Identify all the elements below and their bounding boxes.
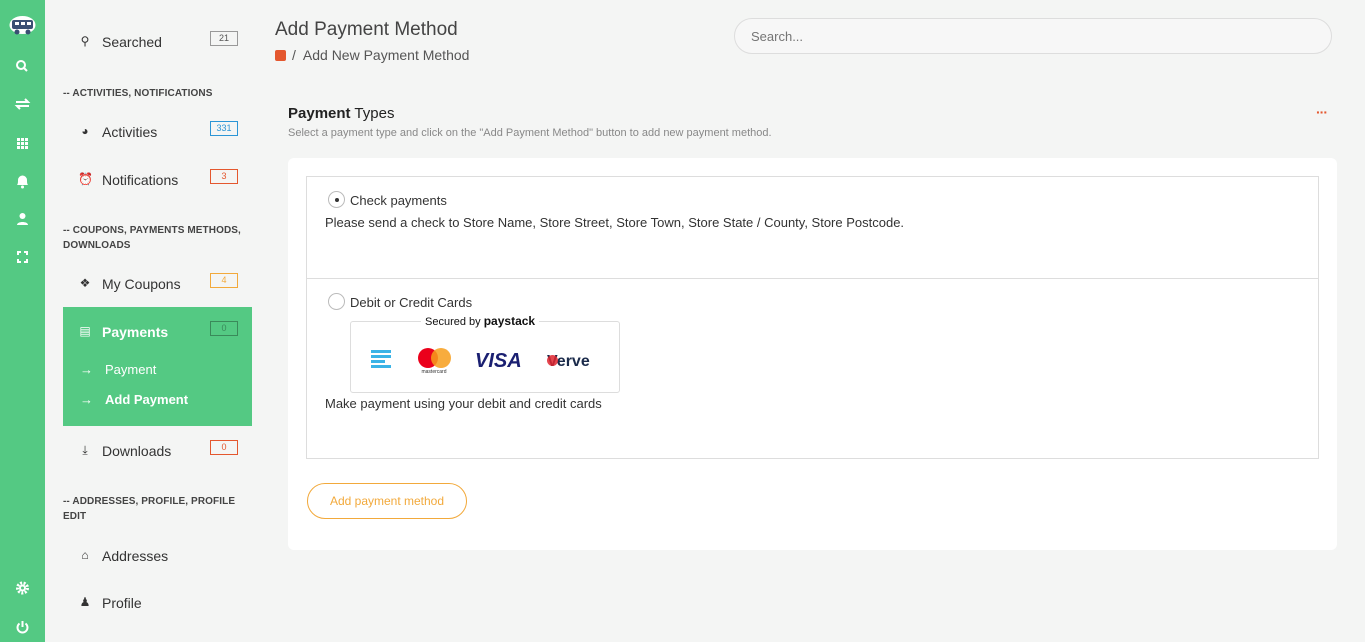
- option-label: Debit or Credit Cards: [350, 295, 473, 310]
- chart-icon[interactable]: [275, 50, 286, 61]
- option-label: Check payments: [350, 193, 447, 208]
- search-icon: ⚲: [80, 34, 90, 48]
- home-icon: ⌂: [81, 548, 89, 562]
- expand-icon[interactable]: [0, 249, 45, 265]
- count-badge: 0: [210, 321, 238, 336]
- breadcrumb-current: Add New Payment Method: [302, 47, 470, 63]
- sidebar-item-label: Downloads: [102, 443, 172, 459]
- tag-icon: ❖: [79, 276, 91, 290]
- add-payment-method-button[interactable]: Add payment method: [307, 483, 467, 519]
- section-heading: -- ACTIVITIES, NOTIFICATIONS: [63, 88, 213, 99]
- alarm-icon: ⏰: [78, 172, 93, 186]
- sidebar-item-addresses[interactable]: ⌂ Addresses: [63, 541, 252, 571]
- section-subtitle: Select a payment type and click on the "…: [288, 127, 772, 139]
- paystack-header: Secured by paystack: [421, 314, 540, 328]
- radio-debit-credit[interactable]: [328, 293, 345, 310]
- section-heading: -- COUPONS, PAYMENTS METHODS, DOWNLOADS: [63, 225, 241, 251]
- sidebar-item-activities[interactable]: ◕ Activities 331: [63, 117, 252, 147]
- power-icon[interactable]: [0, 619, 45, 635]
- mastercard-icon: mastercard: [418, 348, 451, 375]
- breadcrumb-separator: /: [292, 47, 296, 63]
- sidebar-item-label: Addresses: [102, 548, 169, 564]
- arrow-right-icon: →: [80, 362, 93, 377]
- sidebar-subitem-payment[interactable]: → Payment: [80, 362, 156, 377]
- exchange-icon[interactable]: [0, 96, 45, 112]
- count-badge: 331: [210, 121, 238, 136]
- sidebar-item-searched[interactable]: ⚲ Searched 21: [63, 27, 252, 57]
- sidebar-item-label: Searched: [102, 34, 162, 50]
- sidebar-item-label: Notifications: [102, 172, 179, 188]
- sidebar: ⚲ Searched 21 -- ACTIVITIES, NOTIFICATIO…: [63, 0, 252, 642]
- icon-rail: [0, 0, 45, 642]
- bell-icon[interactable]: [0, 173, 45, 189]
- download-icon: ⤓: [82, 443, 88, 457]
- breadcrumb: / Add New Payment Method: [275, 47, 469, 63]
- search-icon[interactable]: [0, 58, 45, 74]
- more-options-icon[interactable]: ···: [1316, 104, 1328, 120]
- gear-icon[interactable]: [0, 580, 45, 596]
- card-icon: ▤: [79, 324, 91, 338]
- option-description: Make payment using your debit and credit…: [325, 396, 602, 411]
- activity-icon: ◕: [81, 124, 89, 138]
- svg-text:mastercard: mastercard: [421, 369, 446, 375]
- verve-mark-icon: [547, 355, 558, 366]
- arrow-right-icon: →: [80, 392, 93, 407]
- sidebar-item-label: Profile: [102, 595, 142, 611]
- radio-check-payments[interactable]: [328, 191, 345, 208]
- count-badge: 3: [210, 169, 238, 184]
- sidebar-item-label: Payments: [102, 324, 169, 340]
- user-icon: ♟: [79, 595, 91, 609]
- search-input[interactable]: [734, 18, 1332, 54]
- sidebar-item-coupons[interactable]: ❖ My Coupons 4: [63, 269, 252, 299]
- sidebar-item-notifications[interactable]: ⏰ Notifications 3: [63, 165, 252, 195]
- visa-logo: VISA: [475, 350, 522, 372]
- sidebar-group-payments: ▤ Payments 0 → Payment → Add Payment: [63, 307, 252, 426]
- page-title: Add Payment Method: [275, 19, 458, 40]
- paystack-logo-icon: [371, 350, 391, 368]
- payment-types-card: Check payments Please send a check to St…: [288, 158, 1337, 550]
- sidebar-item-profile[interactable]: ♟ Profile: [63, 588, 252, 618]
- logo-icon[interactable]: [8, 12, 37, 36]
- count-badge: 21: [210, 31, 238, 46]
- section-heading: -- ADDRESSES, PROFILE, PROFILE EDIT: [63, 496, 236, 522]
- payment-option-check[interactable]: Check payments Please send a check to St…: [306, 176, 1319, 279]
- sidebar-item-label: Activities: [102, 124, 158, 140]
- sidebar-subitem-add-payment[interactable]: → Add Payment: [80, 392, 188, 407]
- paystack-badge: Secured by paystack mastercard VISA Verv…: [350, 314, 620, 393]
- section-title: Payment Types: [288, 105, 395, 122]
- option-description: Please send a check to Store Name, Store…: [325, 215, 905, 230]
- sidebar-item-label: My Coupons: [102, 276, 181, 292]
- sidebar-item-downloads[interactable]: ⤓ Downloads 0: [63, 436, 252, 466]
- grid-icon[interactable]: [0, 135, 45, 151]
- sidebar-item-payments[interactable]: ▤ Payments 0: [63, 317, 252, 347]
- user-icon[interactable]: [0, 211, 45, 227]
- count-badge: 0: [210, 440, 238, 455]
- payment-option-card[interactable]: Debit or Credit Cards Secured by paystac…: [306, 278, 1319, 459]
- count-badge: 4: [210, 273, 238, 288]
